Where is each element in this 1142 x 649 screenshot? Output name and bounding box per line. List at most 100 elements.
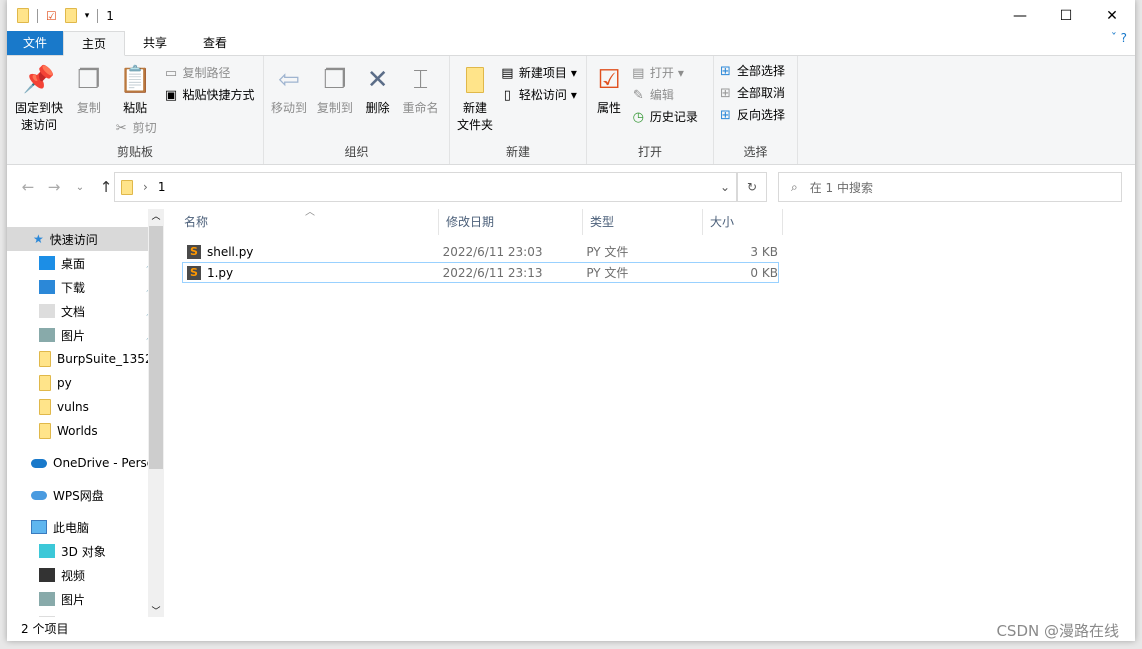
search-input[interactable]: ⌕ 在 1 中搜索 — [778, 172, 1122, 202]
nav-onedrive[interactable]: OneDrive - Perso — [7, 451, 164, 475]
nav-quick-access[interactable]: ★ 快速访问 — [7, 227, 164, 251]
new-folder-quick-icon[interactable] — [64, 8, 77, 23]
folder-icon — [121, 179, 133, 195]
refresh-button[interactable]: ↻ — [737, 172, 767, 202]
help-icon[interactable]: ˇ ? — [1103, 31, 1135, 55]
column-size[interactable]: 大小 — [703, 209, 783, 235]
copy-path-button[interactable]: ▭ 复制路径 — [164, 62, 255, 84]
select-none-button[interactable]: ⊞ 全部取消 — [718, 82, 793, 104]
forward-button[interactable]: → — [41, 178, 67, 196]
copy-icon: ❐ — [77, 64, 101, 95]
computer-icon — [31, 520, 47, 534]
label: 3D 对象 — [61, 544, 106, 559]
copy-to-button[interactable]: ❐ 复制到 — [314, 60, 356, 121]
select-all-button[interactable]: ⊞ 全部选择 — [718, 60, 793, 82]
label: 编辑 — [649, 88, 674, 102]
videos-icon — [39, 568, 55, 582]
label: 反向选择 — [737, 108, 786, 122]
label: 快速访问 — [49, 232, 98, 247]
pictures-icon — [39, 592, 55, 606]
file-date: 2022/6/11 23:13 — [442, 265, 543, 280]
file-type: PY 文件 — [586, 245, 629, 259]
properties-button[interactable]: ☑ 属性 — [591, 60, 627, 121]
wps-cloud-icon — [31, 490, 47, 500]
label: 图片 — [61, 592, 86, 607]
breadcrumb-chevron-icon: › — [143, 180, 148, 194]
file-row[interactable]: Sshell.py 2022/6/11 23:03 PY 文件 3 KB — [182, 241, 779, 262]
label: 历史记录 — [649, 110, 698, 124]
scrollbar-thumb[interactable] — [149, 226, 163, 469]
nav-pc-item[interactable]: 3D 对象 — [7, 539, 164, 563]
sort-ascending-icon: ︿ — [305, 207, 315, 218]
nav-pc-item[interactable]: 视频 — [7, 563, 164, 587]
address-dropdown-icon[interactable]: ⌄ — [720, 180, 736, 194]
search-icon: ⌕ — [791, 179, 798, 194]
move-icon: ⇦ — [278, 64, 300, 95]
edit-icon: ✎ — [632, 87, 644, 103]
paste-button[interactable]: 📋 粘贴 ✂ 剪切 — [111, 60, 160, 143]
label: 下载 — [61, 280, 86, 295]
nav-item[interactable]: Worlds — [7, 419, 164, 443]
minimize-button[interactable]: — — [997, 0, 1043, 31]
cut-button[interactable]: ✂ 剪切 — [114, 117, 157, 139]
move-to-button[interactable]: ⇦ 移动到 — [268, 60, 310, 121]
invert-selection-button[interactable]: ⊞ 反向选择 — [718, 104, 793, 126]
new-folder-button[interactable]: 新建 文件夹 — [454, 60, 496, 138]
tab-view[interactable]: 查看 — [185, 31, 245, 55]
tab-file[interactable]: 文件 — [7, 31, 64, 55]
nav-pc-item[interactable]: 文档 — [7, 611, 164, 617]
nav-this-pc[interactable]: 此电脑 — [7, 515, 164, 539]
file-row[interactable]: S 1.py 2022/6/11 23:13 PY 文件 0 KB — [182, 262, 779, 283]
properties-quick-icon[interactable]: ☑ — [46, 9, 57, 23]
recent-dropdown-button[interactable]: ⌄ — [67, 182, 93, 193]
nav-item[interactable]: 图片📌 — [7, 323, 164, 347]
scroll-up-icon[interactable]: ︿ — [148, 209, 164, 222]
ribbon-tabs: 文件 主页 共享 查看 ˇ ? — [7, 31, 1135, 56]
nav-item[interactable]: vulns — [7, 395, 164, 419]
watermark: CSDN @漫路在线 — [996, 622, 1119, 640]
group-label: 组织 — [344, 145, 369, 159]
nav-wps[interactable]: WPS网盘 — [7, 483, 164, 507]
column-date[interactable]: 修改日期 — [439, 209, 583, 235]
rename-button[interactable]: ⌶ 重命名 — [400, 60, 442, 121]
pin-quick-access-button[interactable]: 📌 固定到快 速访问 — [11, 60, 67, 138]
nav-item[interactable]: 文档📌 — [7, 299, 164, 323]
nav-item[interactable]: 下载📌 — [7, 275, 164, 299]
file-size: 0 KB — [750, 265, 778, 280]
delete-button[interactable]: ✕ 删除 — [360, 60, 396, 121]
history-button[interactable]: ◷ 历史记录 — [631, 106, 698, 128]
breadcrumb-item[interactable]: 1 — [158, 180, 166, 194]
open-icon: ▤ — [632, 65, 645, 81]
address-bar-row: ← → ⌄ ↑ › 1 ⌄ ↻ ⌕ 在 1 中搜索 — [7, 170, 1135, 204]
open-button[interactable]: ▤ 打开 ▾ — [631, 62, 698, 84]
customize-toolbar-icon[interactable]: ▾ — [85, 11, 90, 21]
tab-share[interactable]: 共享 — [125, 31, 185, 55]
nav-item[interactable]: py — [7, 371, 164, 395]
column-type[interactable]: 类型 — [583, 209, 703, 235]
scroll-down-icon[interactable]: ﹀ — [148, 604, 164, 617]
nav-item[interactable]: 桌面📌 — [7, 251, 164, 275]
tab-home[interactable]: 主页 — [63, 31, 126, 56]
new-item-button[interactable]: ▤ 新建项目 ▾ — [500, 62, 577, 84]
label: 复制 — [76, 101, 101, 115]
easy-access-button[interactable]: ▯ 轻松访问 ▾ — [500, 84, 577, 106]
group-label: 剪贴板 — [116, 145, 153, 159]
maximize-button[interactable]: ☐ — [1043, 0, 1089, 31]
folder-icon — [39, 375, 51, 391]
label: 重命名 — [402, 101, 439, 115]
path-icon: ▭ — [164, 65, 178, 81]
file-date: 2022/6/11 23:03 — [442, 244, 543, 259]
nav-item[interactable]: BurpSuite_1352 — [7, 347, 164, 371]
address-bar[interactable]: › 1 ⌄ — [114, 172, 737, 202]
explorer-window: ☑ ▾ 1 — ☐ ✕ 文件 主页 共享 查看 ˇ ? 📌 固定到快 速访问 ❐ 复… — [7, 0, 1135, 641]
organize-group: ⇦ 移动到 ❐ 复制到 ✕ 删除 ⌶ 重命名 组织 — [264, 56, 450, 164]
edit-button[interactable]: ✎ 编辑 — [631, 84, 698, 106]
paste-shortcut-button[interactable]: ▣ 粘贴快捷方式 — [164, 84, 255, 106]
select-none-icon: ⊞ — [720, 85, 731, 101]
nav-pc-item[interactable]: 图片 — [7, 587, 164, 611]
back-button[interactable]: ← — [15, 178, 41, 196]
label: 复制到 — [316, 101, 353, 115]
copy-button[interactable]: ❐ 复制 — [71, 60, 107, 121]
nav-scrollbar[interactable]: ︿ ﹀ — [148, 209, 164, 617]
close-button[interactable]: ✕ — [1089, 0, 1135, 31]
